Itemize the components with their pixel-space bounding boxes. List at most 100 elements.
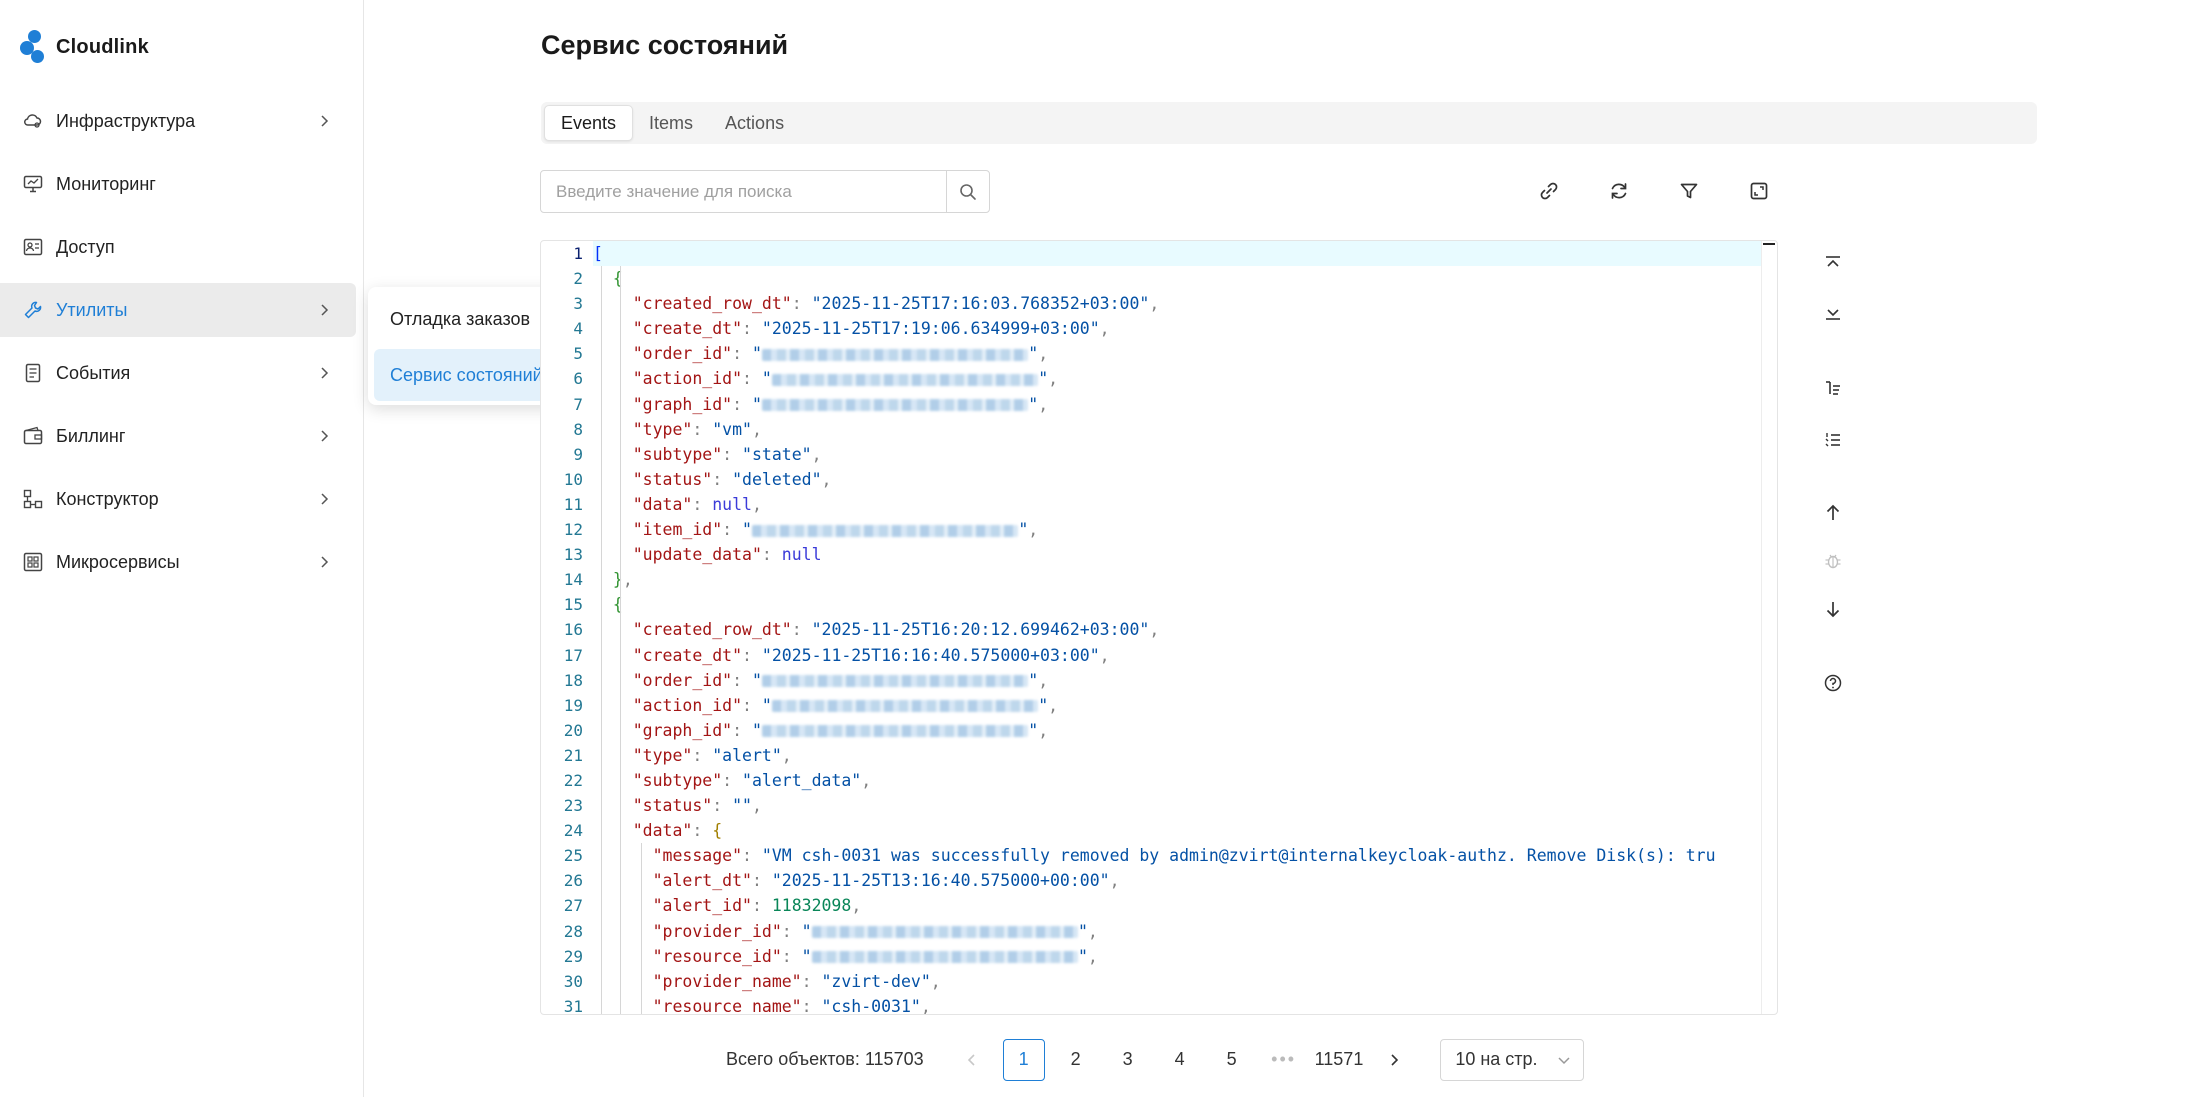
code-line: "subtype": "state",	[593, 442, 1761, 467]
collapse-all-button[interactable]	[1815, 248, 1851, 278]
search-input[interactable]	[541, 171, 946, 212]
sidebar-item-label: Мониторинг	[56, 173, 156, 194]
line-number: 17	[563, 645, 583, 665]
code-token: "vm"	[712, 419, 752, 439]
code-token: "alert"	[712, 745, 782, 765]
code-token: "VM csh-0031 was successfully removed by…	[761, 846, 1716, 866]
next-error-button[interactable]	[1815, 594, 1851, 624]
code-token: "resource_name"	[652, 996, 802, 1014]
code-token: "	[751, 720, 762, 740]
line-number: 23	[563, 796, 583, 816]
sidebar: Cloudlink Инфраструктура Мониторинг Доступ…	[0, 0, 364, 1097]
code-token: "	[1038, 695, 1049, 715]
line-number: 12	[563, 520, 583, 540]
page-2[interactable]: 2	[1055, 1039, 1097, 1081]
page-size-select[interactable]: 10 на стр.	[1440, 1038, 1585, 1081]
code-token: :	[692, 419, 713, 439]
code-token: "	[751, 344, 762, 364]
code-line: "action_id": " ",	[593, 693, 1761, 718]
tab-items[interactable]: Items	[633, 105, 709, 141]
debug-button[interactable]	[1815, 546, 1851, 576]
code-line: "item_id": " ",	[593, 517, 1761, 542]
help-button[interactable]	[1815, 668, 1851, 698]
redacted-value	[761, 725, 1029, 738]
code-token: "2025-11-25T16:20:12.699462+03:00"	[811, 620, 1150, 640]
code-token: :	[732, 394, 752, 414]
sidebar-item-access[interactable]: Доступ	[0, 220, 356, 274]
copy-link-button[interactable]	[1536, 178, 1562, 204]
logo[interactable]: Cloudlink	[20, 30, 149, 64]
prev-page-button[interactable]	[951, 1039, 993, 1081]
code-token: "data"	[632, 821, 693, 841]
code-token: ,	[821, 469, 832, 489]
page-5[interactable]: 5	[1211, 1039, 1253, 1081]
code-line: "type": "alert",	[593, 743, 1761, 768]
code-token: :	[732, 344, 752, 364]
constructor-icon	[22, 488, 44, 510]
line-number: 26	[563, 871, 583, 891]
code-line: "created_row_dt": "2025-11-25T16:20:12.6…	[593, 617, 1761, 642]
code-token: "2025-11-25T17:16:03.768352+03:00"	[811, 294, 1150, 314]
code-token: ,	[1038, 394, 1049, 414]
line-number: 16	[563, 620, 583, 640]
sidebar-item-billing[interactable]: Биллинг	[0, 409, 356, 463]
tab-actions[interactable]: Actions	[709, 105, 800, 141]
previous-error-button[interactable]	[1815, 498, 1851, 528]
json-editor[interactable]: 1 2 3 4 5 6 7 8 9 10 11 12 13 14 15 16 17 18 19 20 21 22 23 24 2…	[540, 240, 1778, 1015]
page-last[interactable]: 11571	[1315, 1039, 1364, 1081]
line-number: 5	[573, 344, 583, 364]
line-number: 7	[573, 394, 583, 414]
code-token: "	[1077, 921, 1088, 941]
page-1[interactable]: 1	[1002, 1038, 1045, 1081]
code-token: "2025-11-25T16:16:40.575000+03:00"	[761, 645, 1100, 665]
code-area[interactable]: [ { "created_row_dt": "2025-11-25T17:16:…	[593, 241, 1761, 1014]
search-button[interactable]	[946, 171, 989, 212]
code-token: :	[791, 620, 812, 640]
code-token: ,	[851, 896, 862, 916]
refresh-button[interactable]	[1606, 178, 1632, 204]
sort-tree-button[interactable]	[1815, 373, 1851, 403]
sidebar-item-microservices[interactable]: Микросервисы	[0, 535, 356, 589]
code-line: "message": "VM csh-0031 was successfully…	[593, 843, 1761, 868]
next-page-button[interactable]	[1373, 1039, 1415, 1081]
tab-events[interactable]: Events	[544, 105, 634, 141]
editor-scrollbar[interactable]	[1761, 241, 1777, 1014]
line-number: 22	[563, 770, 583, 790]
line-number: 24	[563, 821, 583, 841]
numbered-list-button[interactable]	[1815, 425, 1851, 455]
page-4[interactable]: 4	[1159, 1039, 1201, 1081]
arrow-up-icon	[1826, 504, 1840, 520]
page-ellipsis[interactable]: •••	[1263, 1039, 1305, 1081]
line-number: 4	[573, 319, 583, 339]
filter-button[interactable]	[1676, 178, 1702, 204]
code-token: ,	[1087, 921, 1098, 941]
code-token: :	[742, 319, 762, 339]
sidebar-item-label: Микросервисы	[56, 551, 180, 572]
page-title: Сервис состояний	[541, 30, 789, 60]
code-token: "order_id"	[632, 670, 733, 690]
page-3[interactable]: 3	[1107, 1039, 1149, 1081]
code-line: "data": null,	[593, 492, 1761, 517]
search-icon	[960, 183, 976, 200]
line-number: 8	[573, 419, 583, 439]
code-line: "graph_id": " ",	[593, 392, 1761, 417]
sidebar-item-constructor[interactable]: Конструктор	[0, 472, 356, 526]
sidebar-item-events[interactable]: События	[0, 346, 356, 400]
app-root: Cloudlink Инфраструктура Мониторинг Доступ…	[0, 0, 2211, 1097]
sidebar-item-infrastructure[interactable]: Инфраструктура	[0, 94, 356, 148]
fullscreen-button[interactable]	[1746, 178, 1772, 204]
sidebar-item-utilities[interactable]: Утилиты	[0, 283, 356, 337]
code-token: "subtype"	[632, 444, 723, 464]
code-token: "action_id"	[632, 695, 743, 715]
code-token: "provider_id"	[652, 921, 782, 941]
sidebar-item-monitoring[interactable]: Мониторинг	[0, 157, 356, 211]
code-token: :	[751, 896, 772, 916]
expand-all-button[interactable]	[1815, 298, 1851, 328]
